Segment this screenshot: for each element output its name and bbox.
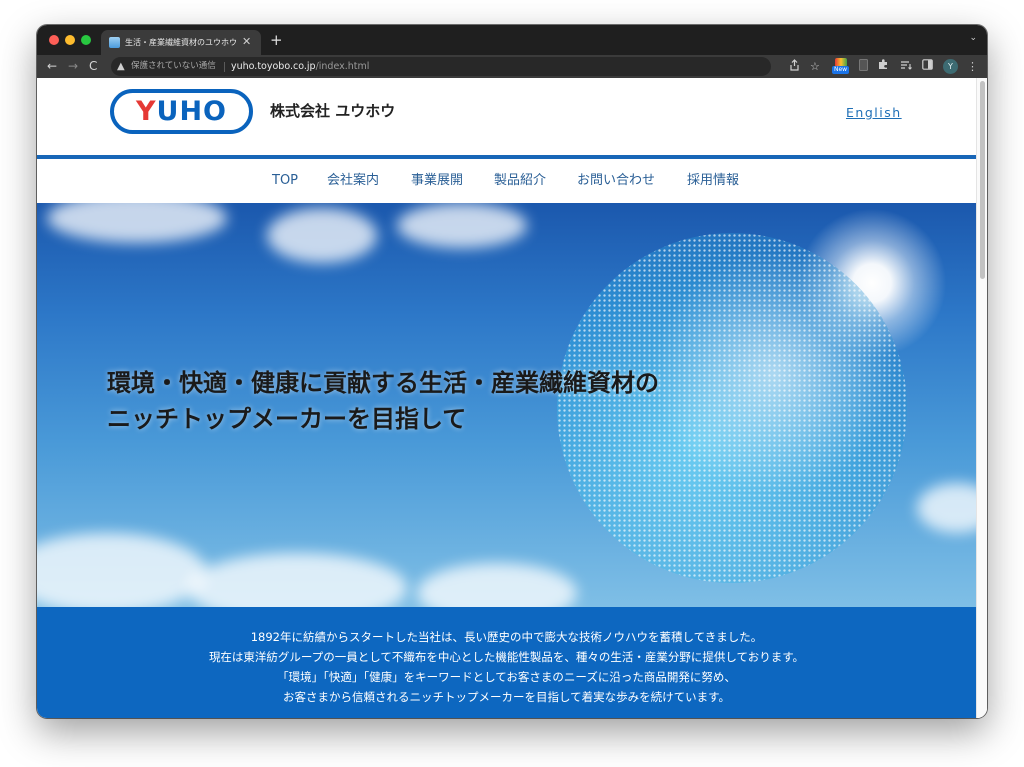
tab-close-icon[interactable]: ✕: [242, 34, 251, 50]
reading-list-icon[interactable]: [900, 59, 912, 74]
close-window-button[interactable]: [49, 35, 59, 45]
hero-cloud: [47, 203, 227, 243]
address-bar[interactable]: ▲ 保護されていない通信 yuho.toyobo.co.jp/index.htm…: [111, 57, 771, 76]
hero-cloud: [267, 208, 377, 263]
yuho-logo[interactable]: YUHO: [110, 89, 253, 134]
scrollbar-thumb[interactable]: [980, 81, 985, 279]
main-nav: TOP 会社案内 事業展開 製品紹介 お問い合わせ 採用情報: [37, 159, 976, 203]
intro-band: 1892年に紡績からスタートした当社は、長い歴史の中で膨大な技術ノウハウを蓄積し…: [37, 607, 976, 718]
browser-window: 生活・産業繊維資材のユウホウ | 東 ✕ + ⌄ ← → C ▲ 保護されていな…: [37, 25, 987, 718]
tab-search-chevron-icon[interactable]: ⌄: [969, 33, 977, 43]
url-path: /index.html: [315, 61, 370, 72]
extension-dark-icon[interactable]: [859, 59, 868, 75]
company-name: 株式会社 ユウホウ: [270, 102, 396, 120]
hero-cloud: [187, 553, 407, 607]
back-arrow-icon[interactable]: ←: [47, 58, 57, 74]
hero-headline-line2: ニッチトップメーカーを目指して: [107, 405, 467, 433]
reload-icon[interactable]: C: [89, 58, 97, 74]
browser-toolbar: ← → C ▲ 保護されていない通信 yuho.toyobo.co.jp/ind…: [37, 55, 987, 78]
extension-new-badge: New: [832, 66, 850, 74]
hero-banner: 環境・快適・健康に貢献する生活・産業繊維資材の ニッチトップメーカーを目指して: [37, 203, 976, 607]
logo-letters-uho: UHO: [156, 96, 228, 127]
site-favicon-icon: [109, 37, 120, 48]
intro-text-line: 「環境」「快適」「健康」をキーワードとしてお客さまのニーズに沿った商品開発に努め…: [277, 670, 736, 684]
intro-text-line: 現在は東洋紡グループの一員として不織布を中心とした機能性製品を、種々の生活・産業…: [208, 650, 805, 664]
profile-avatar[interactable]: Y: [943, 59, 958, 74]
hero-headline-line1: 環境・快適・健康に貢献する生活・産業繊維資材の: [107, 369, 659, 397]
warning-icon[interactable]: ▲: [117, 59, 125, 74]
tab-strip: 生活・産業繊維資材のユウホウ | 東 ✕ + ⌄: [37, 25, 987, 55]
forward-arrow-icon[interactable]: →: [68, 58, 78, 74]
nav-item-products[interactable]: 製品紹介: [494, 172, 546, 190]
nav-item-recruit[interactable]: 採用情報: [687, 172, 739, 190]
bookmark-star-icon[interactable]: ☆: [810, 59, 820, 74]
address-divider: [224, 62, 225, 72]
intro-text-line: 1892年に紡績からスタートした当社は、長い歴史の中で膨大な技術ノウハウを蓄積し…: [250, 630, 763, 644]
intro-text-line: お客さまから信頼されるニッチトップメーカーを目指して着実な歩みを続けています。: [282, 690, 730, 704]
logo-wordmark: YUHO: [114, 93, 249, 130]
nav-item-top[interactable]: TOP: [272, 172, 298, 190]
url-text[interactable]: yuho.toyobo.co.jp/index.html: [231, 60, 369, 73]
more-menu-icon[interactable]: ⋮: [967, 59, 978, 74]
minimize-window-button[interactable]: [65, 35, 75, 45]
extension-new-icon[interactable]: New: [832, 58, 850, 74]
page-scrollbar[interactable]: [976, 78, 987, 718]
tab-title: 生活・産業繊維資材のユウホウ | 東: [125, 38, 237, 47]
english-link[interactable]: English: [846, 105, 902, 121]
side-panel-icon[interactable]: [922, 59, 933, 74]
nav-item-company[interactable]: 会社案内: [327, 172, 379, 190]
share-icon[interactable]: [789, 59, 800, 75]
hero-globe-dots: [557, 233, 907, 583]
nav-item-contact[interactable]: お問い合わせ: [577, 172, 655, 190]
nav-item-business[interactable]: 事業展開: [411, 172, 463, 190]
hero-cloud: [917, 483, 976, 533]
extensions-puzzle-icon[interactable]: [878, 59, 889, 74]
url-host: yuho.toyobo.co.jp: [231, 61, 316, 72]
web-page: YUHO 株式会社 ユウホウ English TOP 会社案内 事業展開 製品紹…: [37, 78, 987, 718]
hero-cloud: [37, 533, 207, 607]
hero-cloud: [417, 563, 577, 607]
zoom-window-button[interactable]: [81, 35, 91, 45]
browser-tab-active[interactable]: 生活・産業繊維資材のユウホウ | 東 ✕: [101, 30, 261, 55]
new-tab-button[interactable]: +: [270, 31, 283, 49]
security-status-label[interactable]: 保護されていない通信: [131, 60, 216, 73]
hero-cloud: [397, 203, 527, 248]
logo-letter-y: Y: [135, 96, 157, 127]
